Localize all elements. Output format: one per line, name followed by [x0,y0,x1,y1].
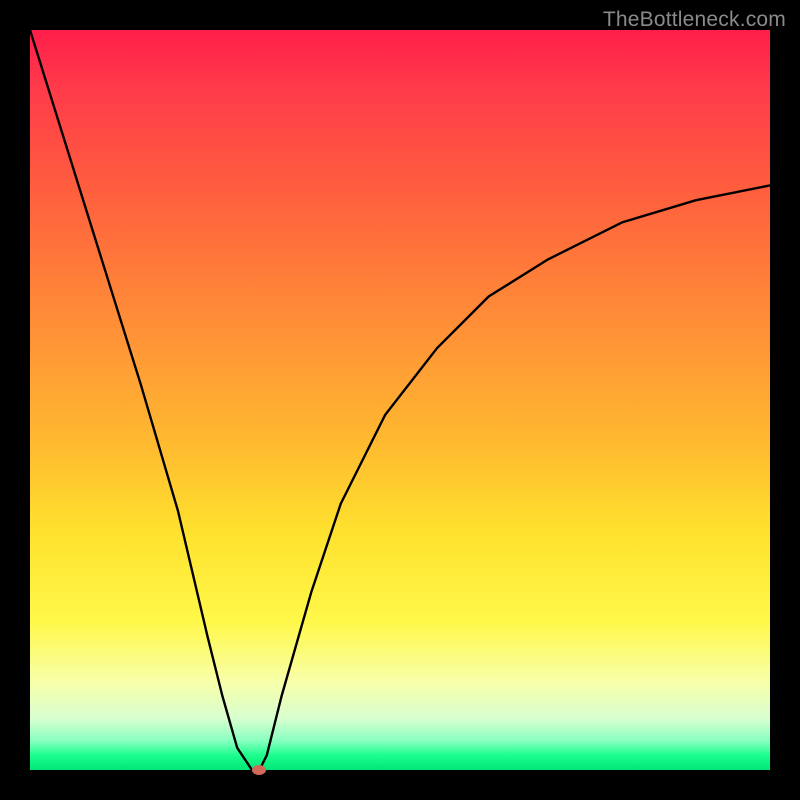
plot-area [30,30,770,770]
watermark-text: TheBottleneck.com [603,8,786,32]
curve-path [30,30,770,770]
curve-svg [30,30,770,770]
minimum-marker [252,765,266,775]
chart-frame: TheBottleneck.com [0,0,800,800]
